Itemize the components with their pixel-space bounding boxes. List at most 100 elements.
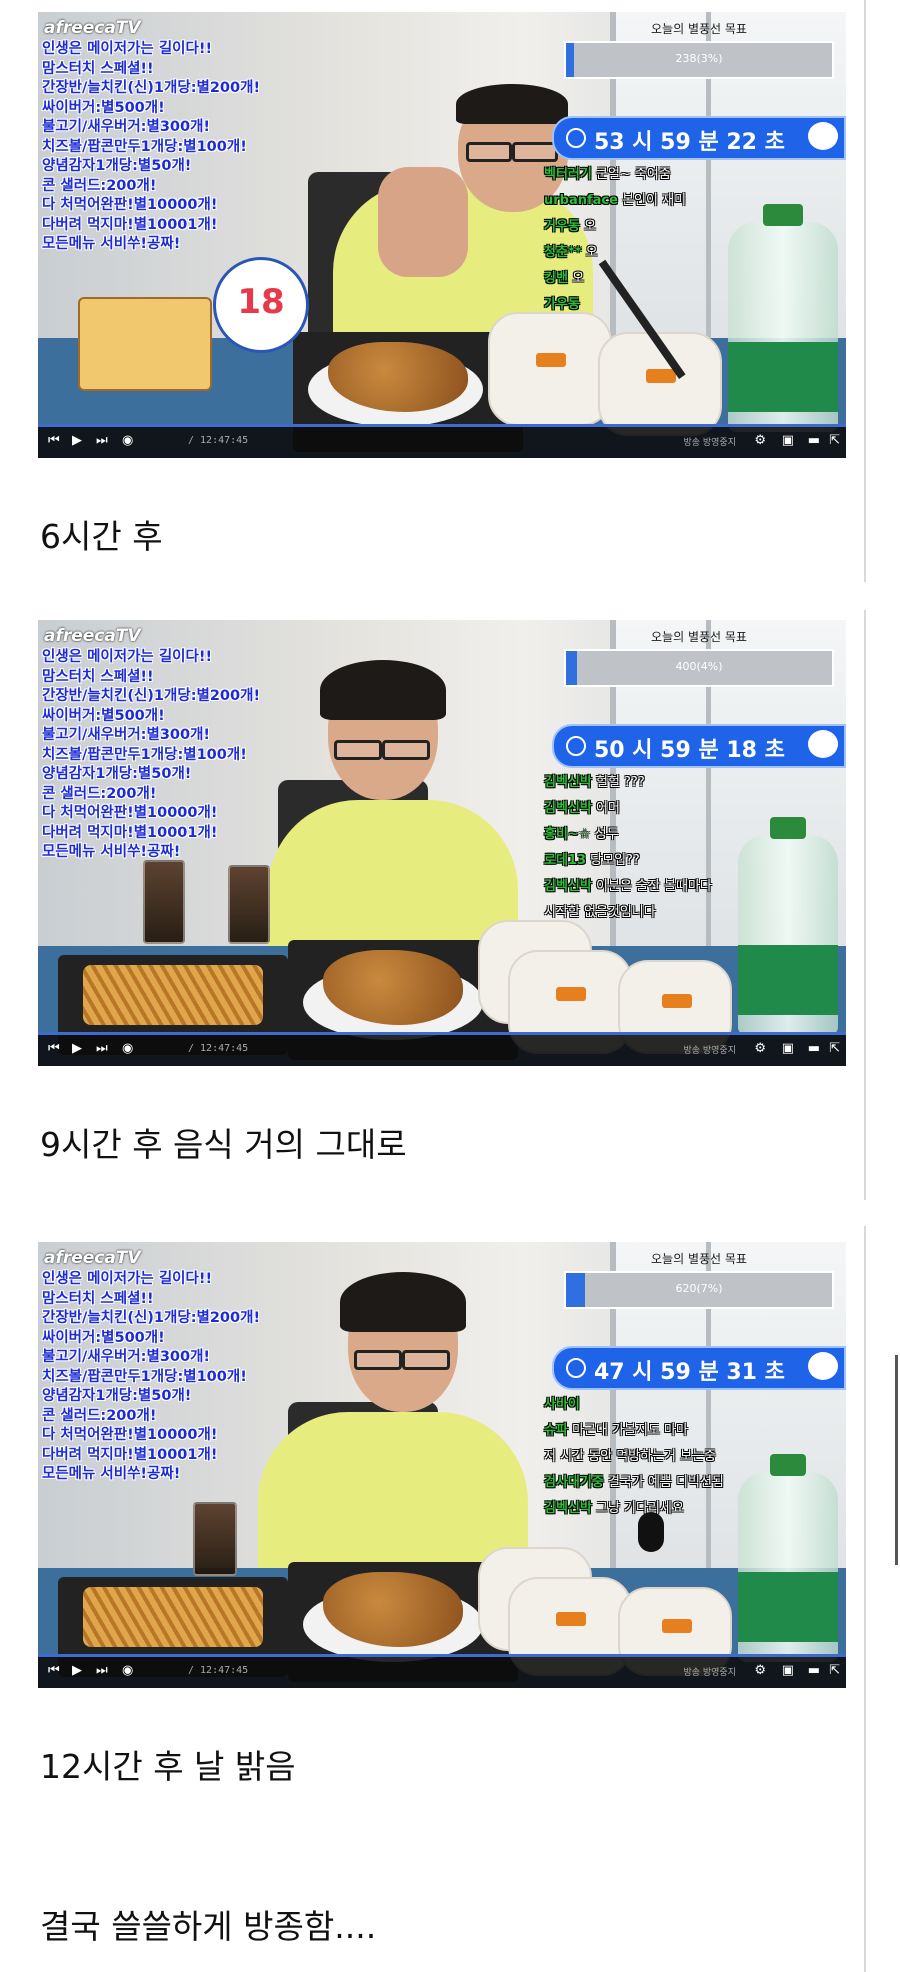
countdown-timer: 53 시 59 분 22 초 [552,116,846,160]
play-icon[interactable]: ▶ [72,1041,82,1056]
chat-nick: 거우동 [544,219,580,234]
theater-icon[interactable]: ▬ [808,1663,820,1678]
chat-line: urbanface 본인이 재미 [544,188,834,214]
goal-text: 620(7%) [675,1282,723,1295]
afreecatv-logo: afreecaTV [44,18,141,38]
settings-icon[interactable]: ⚙ [754,433,766,448]
player-controls: ⏮ ▶ ⏭ ◉ / 12:47:45 방송 방영중지 ⚙ ▣ ▬ ⇱ [38,1654,846,1688]
pip-icon[interactable]: ▣ [782,1663,794,1678]
menu-line: 콘 샐러드:200개! [42,177,157,194]
chat-line: 슈파 마근대 가볼지도 마마 [544,1418,834,1444]
clock-icon [566,1358,586,1378]
skip-forward-icon[interactable]: ⏭ [96,1663,108,1678]
drink-cup [193,1502,237,1576]
clock-icon [566,736,586,756]
menu-line: 맘스터치 스페셜!! [42,60,154,77]
volume-icon[interactable]: ◉ [122,1041,133,1056]
chat-nick: 김벡신박 [544,801,592,816]
menu-line: 인생은 메이저가는 길이다!! [42,649,213,665]
pip-icon[interactable]: ▣ [782,433,794,448]
time-code: / 12:47:45 [188,1665,249,1676]
streamer-hair [340,1272,466,1332]
goal-title: 오늘의 별풍선 목표 [651,1252,747,1266]
chat-msg: 오 [584,219,596,234]
menu-line: 모든메뉴 서비쑤!공짜! [42,236,181,252]
caption-1: 6시간 후 [40,517,163,556]
mascot-icon [808,730,838,758]
balloon-goal: 오늘의 별풍선 목표 620(7%) [564,1250,834,1309]
settings-icon[interactable]: ⚙ [754,1663,766,1678]
countdown-timer: 50 시 59 분 18 초 [552,724,846,768]
menu-line: 모든메뉴 서비쑤!공짜! [42,844,181,860]
glasses [466,142,512,162]
divider-line [864,0,866,582]
chat-msg: 마근대 가볼지도 마마 [572,1423,688,1438]
progress-bar[interactable] [38,424,846,427]
chat-nick: 슈파 [544,1423,568,1438]
progress-bar[interactable] [38,1032,846,1035]
caption-3: 12시간 후 날 밝음 [40,1747,296,1786]
chat-line: 저 시간 동안 먹방하는거 보는중 [544,1444,834,1470]
theater-icon[interactable]: ▬ [808,433,820,448]
chat-nick: urbanface [544,193,618,208]
menu-line: 모든메뉴 서비쑤!공짜! [42,1466,181,1482]
fullscreen-icon[interactable]: ⇱ [829,433,840,448]
volume-icon[interactable]: ◉ [122,1663,133,1678]
menu-line: 치즈볼/팝콘만두1개당:별100개! [42,1368,247,1385]
timer-value: 53 시 59 분 22 초 [594,130,785,155]
play-icon[interactable]: ▶ [72,1663,82,1678]
menu-line: 다버려 먹지마!별10001개! [42,824,218,841]
menu-line: 인생은 메이저가는 길이다!! [42,1271,213,1287]
chat-line: 김벡신박 어머 [544,796,834,822]
chat-nick: 김벡신박 [544,775,592,790]
settings-icon[interactable]: ⚙ [754,1041,766,1056]
goal-title: 오늘의 별풍선 목표 [651,630,747,644]
countdown-timer: 47 시 59 분 31 초 [552,1346,846,1390]
skip-forward-icon[interactable]: ⏭ [96,433,108,448]
broadcast-status: 방송 방영중지 [683,438,736,448]
broadcast-status: 방송 방영중지 [683,1046,736,1056]
skip-back-icon[interactable]: ⏮ [48,1663,60,1678]
menu-line: 간장반/늘치킨(신)1개당:별200개! [42,688,261,704]
menu-line: 콘 샐러드:200개! [42,785,157,802]
menu-line: 간장반/늘치킨(신)1개당:별200개! [42,1310,261,1326]
chat-line: 가우동 [544,292,834,318]
skip-forward-icon[interactable]: ⏭ [96,1041,108,1056]
broadcast-status: 방송 방영중지 [683,1668,736,1678]
fullscreen-icon[interactable]: ⇱ [829,1041,840,1056]
volume-icon[interactable]: ◉ [122,433,133,448]
goal-text: 400(4%) [675,660,723,673]
play-icon[interactable]: ▶ [72,433,82,448]
glasses [402,1350,450,1370]
chat-line: 홍비~☆ 성두 [544,822,834,848]
chat-msg: 쿤얼~ 죽여줌 [595,167,671,182]
chat-msg: 어머 [595,801,620,816]
chat-nick: 검사대기중 [544,1475,604,1490]
drink-cup [143,860,185,944]
chat-overlay: 벡터러기 쿤얼~ 죽여줌 urbanface 본인이 재미 거우동 오 청춘**… [544,162,834,318]
chat-msg: 성두 [594,827,619,842]
chat-nick: 로데13 [544,853,587,868]
skip-back-icon[interactable]: ⏮ [48,1041,60,1056]
final-caption: 결국 쓸쓸하게 방종함.... [40,1907,377,1946]
progress-bar[interactable] [38,1654,846,1657]
chat-line: 로데13 당모입?? [544,848,834,874]
divider-line [864,1226,866,1972]
afreecatv-logo: afreecaTV [44,626,141,646]
chat-overlay: 김벡신박 헐헐 ??? 김벡신박 어머 홍비~☆ 성두 로데13 당모입?? 김… [544,770,834,926]
page: 18 afreecaTV 인생은 메이저가는 길이다!! 맘스터치 스페셜!! … [0,0,900,1972]
menu-line: 불고기/새우버거:별300개! [42,1349,211,1365]
mascot-icon [808,122,838,150]
pip-icon[interactable]: ▣ [782,1041,794,1056]
fullscreen-icon[interactable]: ⇱ [829,1663,840,1678]
chat-msg: 그냥 기다리세요 [595,1501,684,1516]
chat-msg: 이분은 술잔 볼때마다 [595,879,712,894]
chat-nick: 홍비~☆ [544,827,591,842]
skip-back-icon[interactable]: ⏮ [48,433,60,448]
scrollbar[interactable] [895,1355,898,1565]
theater-icon[interactable]: ▬ [808,1041,820,1056]
goal-bar: 238(3%) [564,41,834,79]
time-code: / 12:47:45 [188,435,249,446]
chat-line: 김벡신박 헐헐 ??? [544,770,834,796]
thumbs-up-hand [378,167,468,277]
